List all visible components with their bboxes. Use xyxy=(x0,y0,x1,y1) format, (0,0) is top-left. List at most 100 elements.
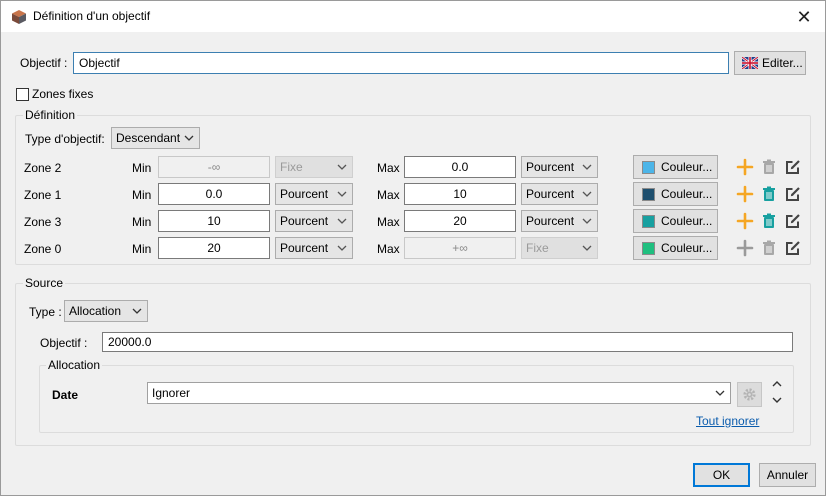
zone-min-unit-value: Pourcent xyxy=(280,214,329,228)
zone-name: Zone 1 xyxy=(24,188,62,202)
objective-type-select[interactable]: Descendant xyxy=(111,127,200,149)
chevron-down-icon xyxy=(715,390,725,396)
zone-min-input[interactable]: -∞ xyxy=(158,156,270,178)
chevron-down-icon xyxy=(337,164,347,170)
chevron-down-icon xyxy=(184,135,194,141)
source-objective-input[interactable]: 20000.0 xyxy=(102,332,793,352)
app-cube-icon xyxy=(12,10,26,24)
zone-min-input[interactable]: 10 xyxy=(158,210,270,232)
chevron-down-icon xyxy=(582,191,592,197)
zone-max-input[interactable]: 20 xyxy=(404,210,516,232)
zone-min-label: Min xyxy=(132,188,152,202)
close-icon[interactable]: ✕ xyxy=(791,4,817,30)
zone-max-unit-select[interactable]: Pourcent xyxy=(521,210,598,232)
source-type-select[interactable]: Allocation xyxy=(64,300,148,322)
edit-zone-icon[interactable] xyxy=(784,239,802,257)
zone-min-input[interactable]: 20 xyxy=(158,237,270,259)
zone-min-label: Min xyxy=(132,215,152,229)
title-bar: Définition d'un objectif ✕ xyxy=(1,1,825,32)
objective-type-label: Type d'objectif: xyxy=(25,132,105,146)
delete-zone-icon[interactable] xyxy=(760,239,778,257)
delete-zone-icon[interactable] xyxy=(760,212,778,230)
fixed-zones-checkbox[interactable] xyxy=(16,88,29,101)
zone-max-unit-select[interactable]: Pourcent xyxy=(521,183,598,205)
zone-color-swatch xyxy=(642,188,655,201)
delete-zone-icon[interactable] xyxy=(760,185,778,203)
allocation-group-title: Allocation xyxy=(46,358,103,372)
add-zone-icon[interactable] xyxy=(736,158,754,176)
zone-max-label: Max xyxy=(377,242,400,256)
cancel-button[interactable]: Annuler xyxy=(759,463,816,487)
ok-button[interactable]: OK xyxy=(693,463,750,487)
source-type-value: Allocation xyxy=(69,304,122,318)
zone-max-input[interactable]: +∞ xyxy=(404,237,516,259)
zone-color-button[interactable]: Couleur... xyxy=(633,209,718,233)
zone-color-button-label: Couleur... xyxy=(661,241,713,255)
zone-min-input[interactable]: 0.0 xyxy=(158,183,270,205)
fixed-zones-label: Zones fixes xyxy=(32,87,94,101)
move-up-icon[interactable] xyxy=(771,378,783,390)
uk-flag-icon xyxy=(742,57,758,69)
chevron-down-icon xyxy=(337,245,347,251)
dialog-window: Définition d'un objectif ✕ Objectif : Ob… xyxy=(0,0,826,496)
chevron-down-icon xyxy=(337,191,347,197)
zone-color-button[interactable]: Couleur... xyxy=(633,182,718,206)
zone-max-label: Max xyxy=(377,215,400,229)
zone-max-input[interactable]: 10 xyxy=(404,183,516,205)
zone-max-unit-select[interactable]: Fixe xyxy=(521,237,598,259)
add-zone-icon[interactable] xyxy=(736,239,754,257)
zone-min-unit-value: Fixe xyxy=(280,160,303,174)
add-zone-icon[interactable] xyxy=(736,212,754,230)
zone-max-unit-value: Fixe xyxy=(526,241,549,255)
zone-min-unit-value: Pourcent xyxy=(280,187,329,201)
source-type-label: Type : xyxy=(29,305,62,319)
zone-max-unit-value: Pourcent xyxy=(526,160,575,174)
move-down-icon[interactable] xyxy=(771,394,783,406)
zone-max-unit-select[interactable]: Pourcent xyxy=(521,156,598,178)
zone-max-label: Max xyxy=(377,161,400,175)
zone-max-label: Max xyxy=(377,188,400,202)
edit-button-label: Editer... xyxy=(762,56,803,70)
zone-max-unit-value: Pourcent xyxy=(526,187,575,201)
zone-min-unit-select[interactable]: Fixe xyxy=(275,156,353,178)
zone-color-button-label: Couleur... xyxy=(661,160,713,174)
zone-name: Zone 2 xyxy=(24,161,62,175)
zone-color-button-label: Couleur... xyxy=(661,187,713,201)
zone-color-swatch xyxy=(642,215,655,228)
zone-name: Zone 0 xyxy=(24,242,62,256)
zone-color-swatch xyxy=(642,161,655,174)
edit-zone-icon[interactable] xyxy=(784,212,802,230)
zone-max-unit-value: Pourcent xyxy=(526,214,575,228)
zone-color-button-label: Couleur... xyxy=(661,214,713,228)
source-group-title: Source xyxy=(23,276,66,290)
zone-max-input[interactable]: 0.0 xyxy=(404,156,516,178)
date-select[interactable]: Ignorer xyxy=(147,382,731,404)
objective-name-input[interactable]: Objectif xyxy=(73,52,729,74)
zone-min-label: Min xyxy=(132,161,152,175)
zone-color-button[interactable]: Couleur... xyxy=(633,155,718,179)
edit-zone-icon[interactable] xyxy=(784,185,802,203)
zone-min-unit-select[interactable]: Pourcent xyxy=(275,237,353,259)
zone-color-swatch xyxy=(642,242,655,255)
zone-color-button[interactable]: Couleur... xyxy=(633,236,718,260)
edit-button[interactable]: Editer... xyxy=(734,51,806,75)
chevron-down-icon xyxy=(337,218,347,224)
date-value: Ignorer xyxy=(152,386,191,400)
zone-min-unit-select[interactable]: Pourcent xyxy=(275,183,353,205)
ignore-all-link[interactable]: Tout ignorer xyxy=(696,414,759,428)
chevron-down-icon xyxy=(582,164,592,170)
objective-type-value: Descendant xyxy=(116,131,181,145)
zone-min-label: Min xyxy=(132,242,152,256)
window-title: Définition d'un objectif xyxy=(33,9,151,23)
add-zone-icon[interactable] xyxy=(736,185,754,203)
zone-min-unit-select[interactable]: Pourcent xyxy=(275,210,353,232)
delete-zone-icon[interactable] xyxy=(760,158,778,176)
definition-group-title: Définition xyxy=(23,108,78,122)
chevron-down-icon xyxy=(582,245,592,251)
chevron-down-icon xyxy=(582,218,592,224)
zone-min-unit-value: Pourcent xyxy=(280,241,329,255)
date-label: Date xyxy=(52,388,79,402)
gear-icon xyxy=(743,388,756,401)
date-settings-button[interactable] xyxy=(737,382,762,407)
edit-zone-icon[interactable] xyxy=(784,158,802,176)
